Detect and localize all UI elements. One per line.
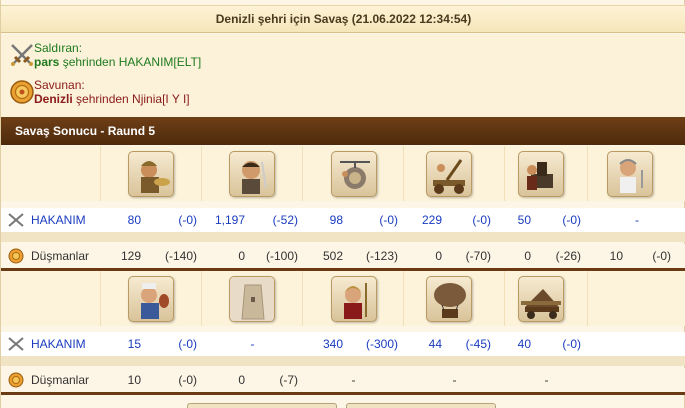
attacker-info: Saldıran: pars şehrinden HAKANIM[ELT] [9,40,669,74]
crossed-swords-icon [11,44,33,66]
unit-loss: (-0) [562,213,581,227]
block-divider [1,392,685,395]
unit-count: - [351,373,356,387]
defender-label: Savunan: [34,78,85,92]
defender-row-1: Düşmanlar 129 (-140) 0 (-100) 502 (-123)… [1,244,685,268]
window-title: Denizli şehri için Savaş (21.06.2022 12:… [1,5,685,33]
battle-report-frame: Denizli şehri için Savaş (21.06.2022 12:… [0,0,685,408]
unit-count: 0 [238,373,245,387]
result-header: Savaş Sonucu - Raund 5 [1,117,685,145]
spartan-unit-icon [331,276,377,322]
unit-count: 129 [120,249,141,263]
crossed-swords-icon [8,213,24,227]
defender-player-name: Düşmanlar [31,249,90,263]
unit-count: 40 [517,337,531,351]
unit-row-2 [1,271,685,326]
defender-row-2: Düşmanlar 10 (-0) 0 (-7) - - - [1,368,685,392]
unit-loss: (-0) [178,337,197,351]
attacker-player-name[interactable]: HAKANIM [31,208,86,232]
crossed-swords-icon [8,337,24,351]
unit-loss: (-7) [279,373,298,387]
doctor-unit-icon [607,151,653,197]
unit-count: 10 [609,249,623,263]
wall-unit-icon [229,276,275,322]
unit-count: 15 [127,337,141,351]
attacker-player-name[interactable]: HAKANIM [31,332,86,356]
hoplite-unit-icon [128,151,174,197]
unit-count: - [452,373,457,387]
unit-count: - [635,213,639,227]
unit-loss: (-0) [652,249,671,263]
unit-loss: (-0) [472,213,491,227]
defender-owner[interactable]: şehrinden Njinia[I Y I] [76,92,190,106]
unit-loss: (-45) [465,337,491,351]
unit-count: 340 [322,337,343,351]
unit-loss: (-0) [562,337,581,351]
attacker-row-1: HAKANIM 80 (-0) 1,197 (-52) 98 (-0) 229 … [1,208,685,232]
unit-count: 44 [428,337,442,351]
shield-icon [10,80,34,104]
unit-count: 50 [517,213,531,227]
unit-count: - [250,337,255,351]
unit-count: 502 [322,249,343,263]
defender-info: Savunan: Denizli şehrinden Njinia[I Y I] [9,77,669,111]
attacker-owner[interactable]: şehrinden HAKANIM[ELT] [63,55,202,69]
unit-loss: (-123) [365,249,398,263]
unit-row-1 [1,146,685,201]
defender-city-link[interactable]: Denizli [34,92,73,106]
catapult-unit-icon [426,151,472,197]
unit-count: - [544,373,549,387]
back-button[interactable] [187,403,337,408]
unit-loss: (-0) [379,213,398,227]
swordsman-unit-icon [229,151,275,197]
unit-count: 229 [421,213,442,227]
participants-panel: Saldıran: pars şehrinden HAKANIM[ELT] Sa… [1,34,685,117]
gyrocopter-unit-icon [331,151,377,197]
attacker-city-link[interactable]: pars [34,55,59,69]
shield-icon [8,248,24,264]
unit-count: 80 [127,213,141,227]
unit-loss: (-52) [272,213,298,227]
attacker-label: Saldıran: [34,41,83,55]
shield-icon [8,372,24,388]
unit-count: 0 [238,249,245,263]
mortar-unit-icon [518,151,564,197]
unit-loss: (-300) [365,337,398,351]
unit-loss: (-0) [178,213,197,227]
next-round-button[interactable] [346,403,496,408]
unit-loss: (-26) [555,249,581,263]
cook-unit-icon [128,276,174,322]
unit-count: 10 [127,373,141,387]
unit-count: 0 [435,249,442,263]
unit-loss: (-0) [178,373,197,387]
unit-count: 98 [329,213,343,227]
unit-count: 1,197 [214,213,245,227]
unit-loss: (-100) [265,249,298,263]
ram-unit-icon [518,276,564,322]
unit-loss: (-140) [164,249,197,263]
defender-player-name: Düşmanlar [31,373,90,387]
unit-loss: (-70) [465,249,491,263]
unit-count: 0 [524,249,531,263]
balloon-unit-icon [426,276,472,322]
attacker-row-2: HAKANIM 15 (-0) - 340 (-300) 44 (-45) 40… [1,332,685,356]
